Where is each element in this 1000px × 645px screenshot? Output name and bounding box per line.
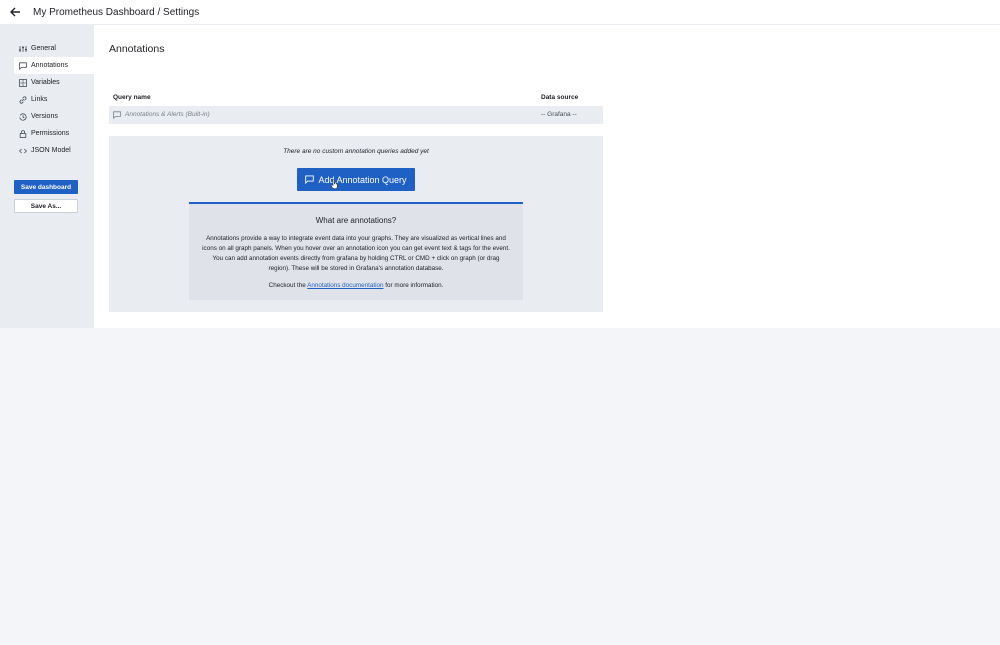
save-as-button[interactable]: Save As... [14,199,78,213]
lock-icon [19,129,27,138]
annotations-info-box: What are annotations? Annotations provid… [189,202,523,300]
sidebar-item-general[interactable]: General [14,40,94,57]
info-title: What are annotations? [315,216,397,225]
sidebar-item-label: JSON Model [31,147,71,154]
hand-cursor-icon [331,179,338,189]
sidebar-item-label: General [31,45,56,52]
code-icon [19,148,27,153]
comment-icon [113,111,121,119]
column-header-data-source: Data source [541,94,579,101]
empty-state-panel: There are no custom annotation queries a… [109,136,603,312]
page-title: My Prometheus Dashboard / Settings [33,6,200,18]
data-source-cell: -- Grafana -- [541,111,577,118]
comment-icon [19,61,27,70]
annotations-table: Query name Data source Annotations & Ale… [109,90,603,124]
query-name-cell: Annotations & Alerts (Built-in) [125,111,210,118]
info-footer: Checkout the Annotations documentation f… [189,282,523,289]
settings-nav: General Annotations Variables Links Vers… [14,40,94,159]
sidebar-item-json-model[interactable]: JSON Model [14,142,94,159]
link-icon [19,95,27,104]
sidebar-item-annotations[interactable]: Annotations [14,57,94,74]
add-annotation-query-button[interactable]: Add Annotation Query [297,168,415,191]
info-footer-suffix: for more information. [383,282,444,289]
variables-icon [19,78,27,87]
info-footer-prefix: Checkout the [268,282,308,289]
comment-icon [305,175,315,184]
sidebar-item-versions[interactable]: Versions [14,108,94,125]
empty-message: There are no custom annotation queries a… [283,148,429,155]
sidebar-item-label: Permissions [31,130,70,137]
sidebar-item-variables[interactable]: Variables [14,74,94,91]
back-button[interactable] [0,0,30,25]
sliders-icon [19,45,27,52]
top-bar: My Prometheus Dashboard / Settings [0,0,1000,25]
info-body: Annotations provide a way to integrate e… [202,235,510,272]
history-icon [19,112,27,121]
column-header-query-name: Query name [113,94,151,101]
sidebar-item-label: Links [31,96,48,103]
table-header: Query name Data source [109,90,603,106]
sidebar-item-label: Variables [31,79,60,86]
save-dashboard-button[interactable]: Save dashboard [14,180,78,194]
annotations-documentation-link[interactable]: Annotations documentation [307,282,383,289]
section-heading: Annotations [109,43,165,55]
table-row[interactable]: Annotations & Alerts (Built-in) -- Grafa… [109,106,603,124]
sidebar-item-label: Annotations [31,62,68,69]
sidebar-item-label: Versions [31,113,58,120]
sidebar-item-links[interactable]: Links [14,91,94,108]
sidebar-item-permissions[interactable]: Permissions [14,125,94,142]
arrow-left-icon [9,7,20,17]
